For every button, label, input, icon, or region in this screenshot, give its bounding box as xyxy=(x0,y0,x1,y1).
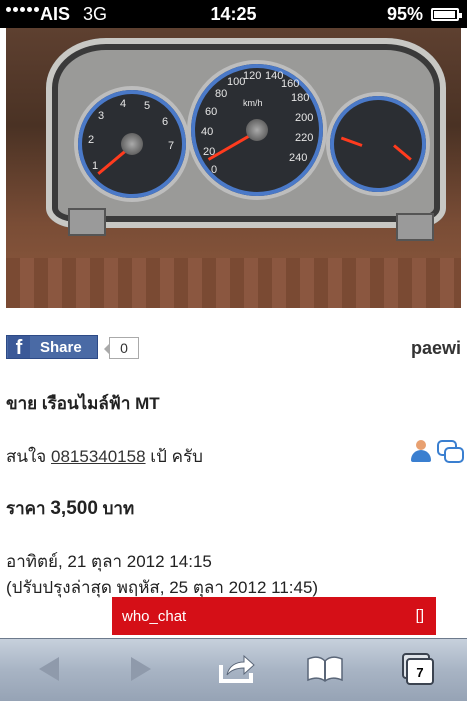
tacho-label: 4 xyxy=(120,98,127,110)
tab-count: 7 xyxy=(416,665,423,680)
share-icon xyxy=(219,654,255,683)
speedo-label: 0 xyxy=(211,164,218,176)
speedo-label: 80 xyxy=(215,88,228,100)
price-line: ราคา 3,500 บาท xyxy=(6,495,134,522)
tachometer-gauge: 1 2 3 4 5 6 7 xyxy=(78,90,186,198)
posted-date: อาทิตย์, 21 ตุลา 2012 14:15 xyxy=(6,552,212,571)
battery-icon xyxy=(431,8,462,21)
share-button[interactable] xyxy=(212,647,262,691)
tacho-label: 2 xyxy=(88,134,95,146)
fuel-needle xyxy=(393,144,412,161)
price-unit: บาท xyxy=(102,499,135,518)
listing-photo[interactable]: 1 2 3 4 5 6 7 0 20 40 60 80 100 120 140 … xyxy=(6,28,461,308)
facebook-icon: f xyxy=(8,336,30,358)
fuel-temp-gauge xyxy=(330,96,426,192)
contact-line: สนใจ 0815340158 เป้ ครับ xyxy=(6,443,203,470)
mount-bracket xyxy=(68,208,106,236)
battery-percent: 95% xyxy=(386,4,423,24)
contact-actions xyxy=(411,440,464,463)
speedometer-gauge: 0 20 40 60 80 100 120 140 160 180 200 22… xyxy=(191,64,323,196)
message-icon[interactable] xyxy=(437,440,464,463)
tacho-label: 5 xyxy=(144,100,151,112)
post-title: ขาย เรือนไมล์ฟ้า MT xyxy=(6,394,160,413)
listing-content: f Share 0 paewi ขาย เรือนไมล์ฟ้า MT สนใจ… xyxy=(6,308,464,638)
gauge-hub xyxy=(121,133,143,155)
tacho-label: 6 xyxy=(162,116,169,128)
bookmarks-button[interactable] xyxy=(300,647,350,691)
speedo-label: 60 xyxy=(205,106,218,118)
contact-suffix: เป้ ครับ xyxy=(150,447,203,466)
photo-background xyxy=(6,258,461,308)
instrument-cluster: 1 2 3 4 5 6 7 0 20 40 60 80 100 120 140 … xyxy=(46,38,446,228)
back-icon xyxy=(39,657,59,681)
back-button[interactable] xyxy=(24,647,74,691)
speedo-label: 40 xyxy=(201,126,214,138)
tabs-icon: 7 xyxy=(402,653,434,685)
bookmarks-icon xyxy=(307,656,343,682)
forward-button[interactable] xyxy=(116,647,166,691)
who-chat-bar[interactable]: who_chat [] xyxy=(112,597,436,635)
price-value: 3,500 xyxy=(50,498,98,519)
speedo-label: 180 xyxy=(291,92,310,104)
forward-icon xyxy=(131,657,151,681)
status-bar: AIS 3G 14:25 95% xyxy=(0,0,467,28)
poster-username[interactable]: paewi xyxy=(411,338,461,359)
speedo-unit: km/h xyxy=(243,98,263,108)
share-label: Share xyxy=(40,338,82,356)
tacho-label: 1 xyxy=(92,160,99,172)
mount-bracket xyxy=(396,213,434,241)
user-profile-icon[interactable] xyxy=(411,440,431,462)
facebook-share-button[interactable]: f Share xyxy=(6,335,98,359)
gauge-hub xyxy=(246,119,268,141)
browser-toolbar: 7 xyxy=(0,638,467,701)
speedo-label: 200 xyxy=(295,112,314,124)
speedo-label: 120 xyxy=(243,70,262,82)
tabs-button[interactable]: 7 xyxy=(392,647,442,691)
price-label: ราคา xyxy=(6,499,46,518)
contact-prefix: สนใจ xyxy=(6,447,47,466)
who-chat-label: who_chat xyxy=(122,608,187,625)
speedo-label: 220 xyxy=(295,132,314,144)
speedo-label: 160 xyxy=(281,78,300,90)
share-count: 0 xyxy=(104,337,139,359)
speedo-label: 240 xyxy=(289,152,308,164)
temp-needle xyxy=(340,136,363,147)
tacho-label: 3 xyxy=(98,110,105,122)
chat-toggle-button[interactable]: [] xyxy=(416,607,424,624)
tacho-label: 7 xyxy=(168,140,175,152)
phone-link[interactable]: 0815340158 xyxy=(51,447,146,466)
